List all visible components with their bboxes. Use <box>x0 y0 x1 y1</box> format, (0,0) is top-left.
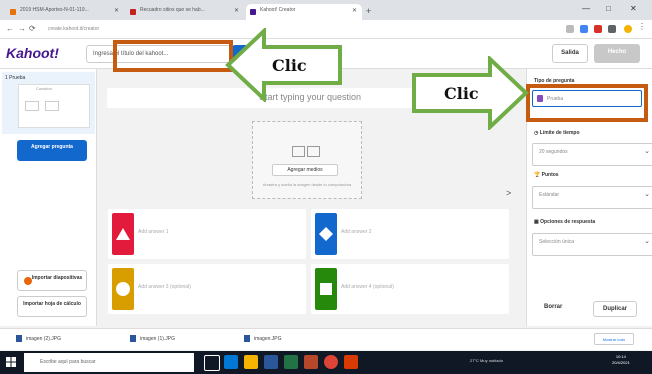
download-item[interactable]: imagen (1).JPG <box>130 335 175 342</box>
answer-4[interactable]: Add answer 4 (optional) <box>311 264 509 314</box>
chevron-down-icon: ⌄ <box>644 148 650 155</box>
avatar[interactable] <box>624 25 632 33</box>
time-limit-select[interactable]: 20 segundos ⌄ <box>532 143 652 166</box>
system-tray[interactable]: 27°C Muy nublado <box>470 358 503 363</box>
windows-start-icon[interactable] <box>6 357 16 367</box>
add-question-button[interactable]: Agregar pregunta <box>17 140 87 161</box>
media-icons <box>292 146 322 158</box>
chevron-down-icon: ⌄ <box>644 191 650 198</box>
powerpoint-icon[interactable] <box>304 355 318 369</box>
edge-icon[interactable] <box>224 355 238 369</box>
answer-2[interactable]: Add answer 2 <box>311 209 509 259</box>
extension-icon[interactable] <box>580 25 588 33</box>
taskbar-clock[interactable]: 10:14 20/4/2021 <box>612 354 630 366</box>
diamond-icon <box>319 227 333 241</box>
highlight-box-title <box>113 40 233 72</box>
kahoot-logo[interactable]: Kahoot! <box>6 45 59 61</box>
answer-color-swatch <box>315 268 337 310</box>
browser-tab-2[interactable]: Recuadro sitios que se hab... ✕ <box>126 4 244 20</box>
app-icon[interactable] <box>344 355 358 369</box>
import-slides-button[interactable]: Importar diapositivas <box>17 270 87 291</box>
done-button[interactable]: Hecho <box>594 44 640 63</box>
import-icon <box>24 277 32 285</box>
slide-thumb-title: Cuestion <box>36 86 52 91</box>
media-dropzone[interactable] <box>252 121 362 199</box>
download-item[interactable]: imagen.JPG <box>244 335 282 342</box>
bookmark-icon[interactable] <box>566 25 574 33</box>
show-all-button[interactable]: Mostrar todo <box>594 333 634 345</box>
taskbar-search-input[interactable]: Escribe aquí para buscar <box>24 353 194 372</box>
minimize-button[interactable]: — <box>582 4 590 13</box>
close-window-button[interactable]: ✕ <box>630 4 637 13</box>
points-select[interactable]: Estándar ⌄ <box>532 186 652 209</box>
answer-color-swatch <box>112 213 134 255</box>
points-icon: 🏆 <box>534 172 542 178</box>
tab-favicon-icon <box>250 9 256 15</box>
answer-options-label: ▦ Opciones de respuesta <box>534 219 596 225</box>
close-icon[interactable]: ✕ <box>352 7 357 14</box>
browser-tab-bar: 2019 HSM-Aportes-N-01-119... ✕ Recuadro … <box>0 0 652 20</box>
word-icon[interactable] <box>264 355 278 369</box>
close-icon[interactable]: ✕ <box>234 7 239 14</box>
reload-icon[interactable]: ⟳ <box>29 24 36 33</box>
downloads-bar <box>0 328 652 350</box>
triangle-icon <box>116 228 130 240</box>
media-hint: Arrastra y suelta la imagen desde tu com… <box>262 182 352 187</box>
circle-icon <box>116 282 130 296</box>
file-icon <box>16 335 22 342</box>
answer-color-swatch <box>315 213 337 255</box>
exit-button[interactable]: Salida <box>552 44 588 63</box>
duplicate-button[interactable]: Duplicar <box>593 301 637 317</box>
download-item[interactable]: imagen (2).JPG <box>16 335 61 342</box>
file-explorer-icon[interactable] <box>244 355 258 369</box>
answer-3[interactable]: Add answer 3 (optional) <box>108 264 306 314</box>
square-icon <box>320 283 332 295</box>
tab-favicon-icon <box>130 9 136 15</box>
answer-color-swatch <box>112 268 134 310</box>
menu-icon[interactable]: ⋮ <box>638 22 646 31</box>
task-view-icon[interactable] <box>204 355 220 371</box>
delete-button[interactable]: Borrar <box>544 304 562 310</box>
browser-tab-1[interactable]: 2019 HSM-Aportes-N-01-119... ✕ <box>6 4 124 20</box>
time-limit-label: ◷ Límite de tiempo <box>534 130 580 136</box>
video-icon <box>307 146 320 157</box>
image-icon <box>292 146 305 157</box>
thumb-media-icon <box>45 101 59 111</box>
maximize-button[interactable]: □ <box>606 4 611 13</box>
chrome-icon[interactable] <box>324 355 338 369</box>
points-label: 🏆 Puntos <box>534 172 559 178</box>
extension-icon[interactable] <box>594 25 602 33</box>
import-sheet-button[interactable]: Importar hoja de cálculo <box>17 296 87 317</box>
forward-icon[interactable]: → <box>18 24 26 33</box>
slide-thumbnail[interactable] <box>18 84 90 128</box>
slide-label: 1 Prueba <box>5 75 26 81</box>
chevron-down-icon: ⌄ <box>644 238 650 245</box>
extension-icon[interactable] <box>608 25 616 33</box>
file-icon <box>244 335 250 342</box>
new-tab-button[interactable]: + <box>366 6 371 16</box>
callout-clic-left: Clic <box>272 56 307 75</box>
add-media-button[interactable]: Agregar medios <box>272 164 338 176</box>
back-icon[interactable]: ← <box>6 24 14 33</box>
highlight-box-question-type <box>526 84 648 122</box>
file-icon <box>130 335 136 342</box>
excel-icon[interactable] <box>284 355 298 369</box>
callout-clic-right: Clic <box>444 84 479 103</box>
tab-favicon-icon <box>10 9 16 15</box>
answer-1[interactable]: Add answer 1 <box>108 209 306 259</box>
answer-options-select[interactable]: Selección única ⌄ <box>532 233 652 256</box>
browser-tab-3[interactable]: Kahoot! Creator ✕ <box>246 4 362 20</box>
collapse-panel-button[interactable]: > <box>506 188 511 198</box>
thumb-media-icon <box>25 101 39 111</box>
close-icon[interactable]: ✕ <box>114 7 119 14</box>
